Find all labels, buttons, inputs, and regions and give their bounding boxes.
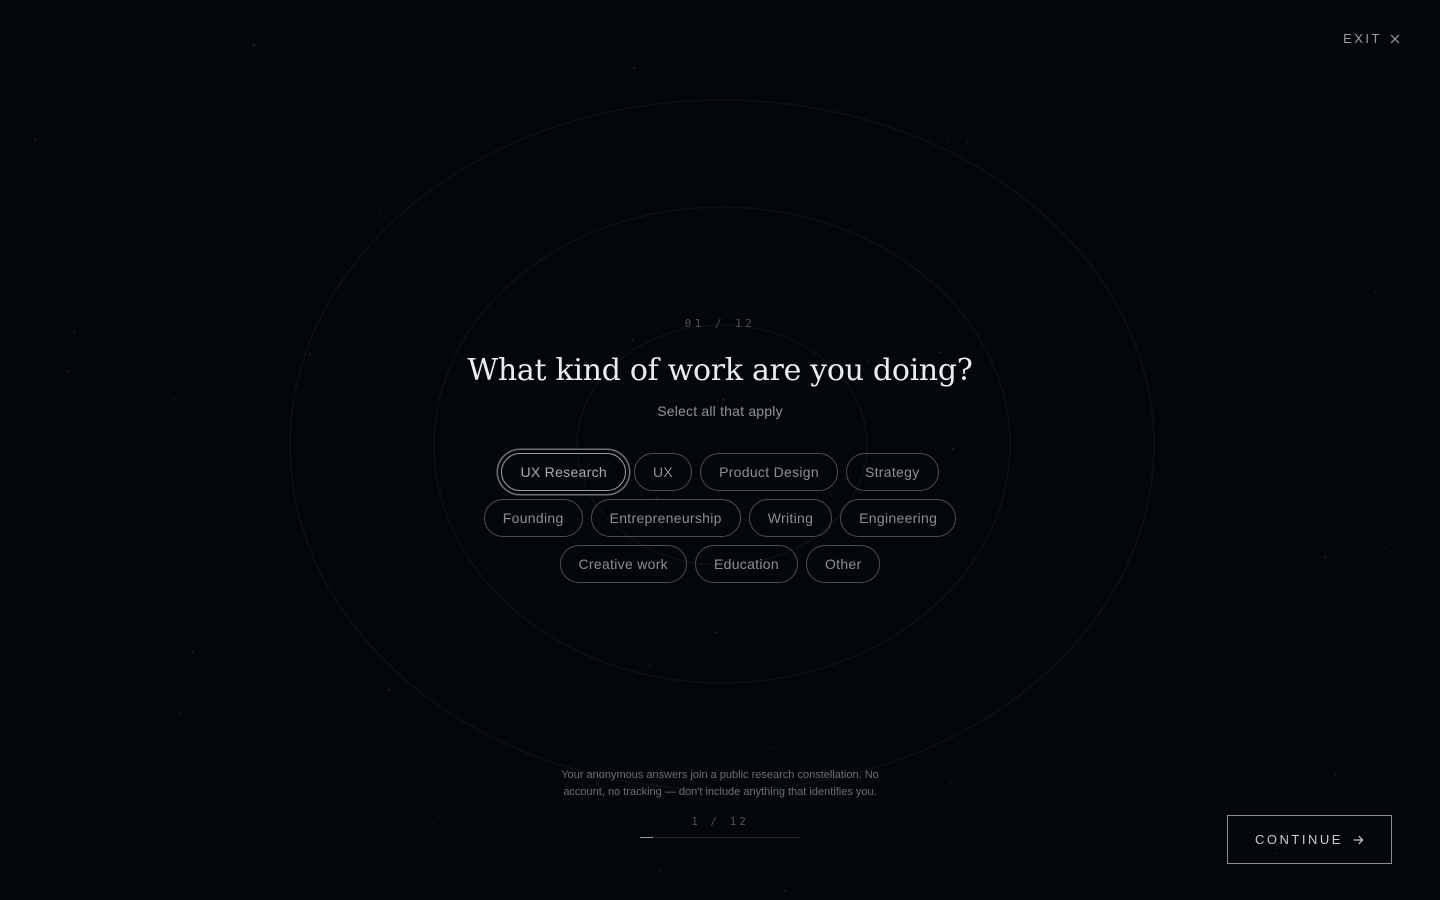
star-dot xyxy=(438,815,441,818)
star-dot xyxy=(787,296,789,298)
chip-row: Creative work Education Other xyxy=(559,545,881,583)
step-indicator: 01 / 12 xyxy=(684,317,756,330)
star-dot xyxy=(715,631,718,634)
option-chip-writing[interactable]: Writing xyxy=(748,499,833,537)
privacy-notice-line: Your anonymous answers join a public res… xyxy=(561,769,879,781)
option-chip-strategy[interactable]: Strategy xyxy=(845,453,939,491)
star-dot xyxy=(797,20,800,23)
close-icon xyxy=(1390,34,1400,43)
exit-button[interactable]: EXIT xyxy=(1343,31,1400,46)
option-chip-ux-research[interactable]: UX Research xyxy=(501,453,626,491)
progress-track xyxy=(640,837,800,838)
star-dot xyxy=(267,273,269,275)
progress-label: 1 / 12 xyxy=(691,815,749,828)
star-dot xyxy=(1374,291,1377,294)
progress-indicator: 1 / 12 xyxy=(640,815,800,838)
option-chips: UX Research UX Product Design Strategy F… xyxy=(483,453,957,583)
star-dot xyxy=(966,141,969,144)
star-dot xyxy=(192,650,194,653)
option-chip-founding[interactable]: Founding xyxy=(483,499,583,537)
star-dot xyxy=(710,46,713,48)
question-title: What kind of work are you doing? xyxy=(467,353,973,388)
star-dot xyxy=(178,712,182,716)
star-dot xyxy=(1137,122,1140,124)
star-dot xyxy=(379,211,382,215)
progress-fill xyxy=(640,837,654,838)
option-chip-product-design[interactable]: Product Design xyxy=(700,453,838,491)
star-dot xyxy=(182,654,185,657)
star-dot xyxy=(658,869,662,872)
star-dot xyxy=(783,889,786,892)
question-subtitle: Select all that apply xyxy=(657,403,783,419)
option-chip-education[interactable]: Education xyxy=(694,545,798,583)
exit-label: EXIT xyxy=(1343,31,1382,46)
star-dot xyxy=(242,33,244,35)
star-dot xyxy=(772,746,775,749)
star-dot xyxy=(632,66,636,70)
continue-button[interactable]: CONTINUE xyxy=(1227,815,1392,864)
star-dot xyxy=(34,137,37,141)
star-dot xyxy=(582,200,584,202)
privacy-notice: Your anonymous answers join a public res… xyxy=(0,767,1440,801)
option-chip-other[interactable]: Other xyxy=(805,545,881,583)
star-dot xyxy=(252,43,255,47)
chip-row: Founding Entrepreneurship Writing Engine… xyxy=(483,499,957,537)
star-dot xyxy=(945,68,948,70)
continue-label: CONTINUE xyxy=(1255,832,1343,847)
privacy-notice-line: account, no tracking — don't include any… xyxy=(563,786,877,798)
chip-row: UX Research UX Product Design Strategy xyxy=(501,453,939,491)
star-dot xyxy=(947,137,950,140)
star-dot xyxy=(195,200,197,203)
star-dot xyxy=(631,753,633,756)
question-panel: 01 / 12 What kind of work are you doing?… xyxy=(0,317,1440,583)
star-dot xyxy=(772,250,774,252)
star-dot xyxy=(649,664,651,666)
option-chip-creative-work[interactable]: Creative work xyxy=(559,545,687,583)
star-dot xyxy=(388,688,391,692)
star-dot xyxy=(897,76,900,79)
star-dot xyxy=(383,860,385,862)
star-dot xyxy=(264,591,266,593)
option-chip-engineering[interactable]: Engineering xyxy=(840,499,957,537)
star-dot xyxy=(244,886,247,888)
star-dot xyxy=(505,314,507,316)
arrow-right-icon xyxy=(1353,835,1364,844)
star-dot xyxy=(1194,159,1197,162)
option-chip-ux[interactable]: UX xyxy=(634,453,693,491)
star-dot xyxy=(697,224,699,227)
option-chip-entrepreneurship[interactable]: Entrepreneurship xyxy=(590,499,741,537)
star-dot xyxy=(475,24,477,26)
